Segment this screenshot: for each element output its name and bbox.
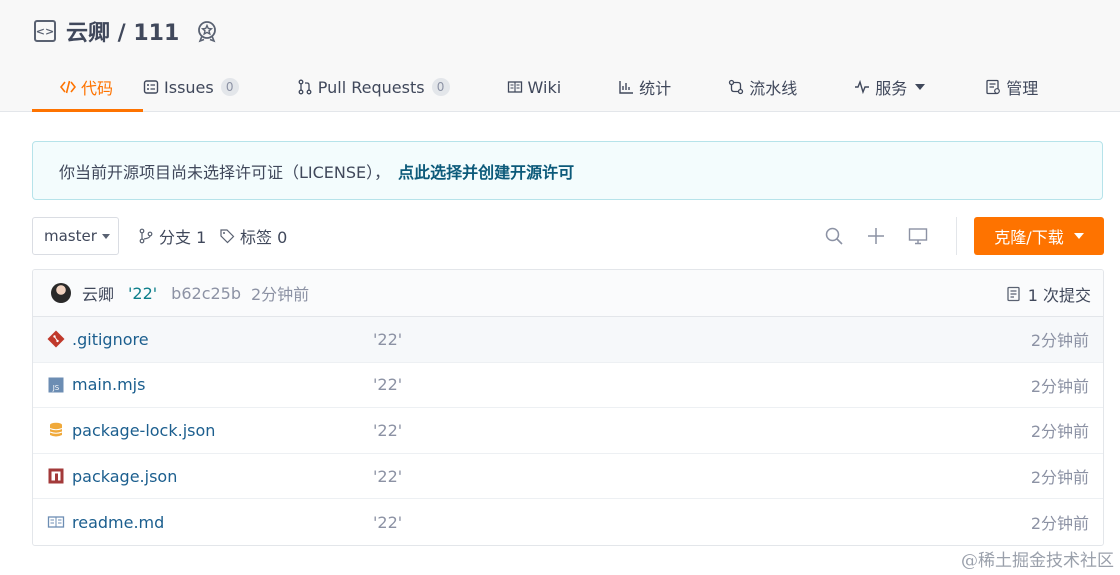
- award-badge-icon[interactable]: [195, 19, 219, 43]
- license-notice-text: 你当前开源项目尚未选择许可证（LICENSE），: [59, 162, 391, 182]
- issues-icon: [143, 79, 159, 95]
- manage-document-icon: [985, 79, 1001, 95]
- branch-icon: [138, 228, 154, 244]
- tab-label: 流水线: [749, 79, 798, 98]
- tab-services[interactable]: 服务: [854, 64, 926, 110]
- chevron-down-icon: [101, 233, 110, 239]
- repo-tabs: 代码 Issues 0 Pull Requests 0 Wiki 统计 流水线 …: [32, 64, 1038, 112]
- file-updated-time: 2分钟前: [1030, 514, 1089, 534]
- tab-code[interactable]: 代码: [32, 64, 144, 112]
- pipeline-icon: [728, 79, 744, 95]
- table-row[interactable]: readme.md '22' 2分钟前: [33, 499, 1103, 545]
- tab-manage[interactable]: 管理: [985, 64, 1038, 110]
- pull-requests-count-badge: 0: [431, 78, 450, 96]
- tag-icon: [219, 228, 235, 244]
- code-repo-icon: <>: [34, 20, 56, 42]
- file-updated-time: 2分钟前: [1030, 468, 1089, 488]
- chevron-down-icon: [1073, 233, 1084, 239]
- chevron-down-icon: [915, 84, 926, 90]
- file-commit-message[interactable]: '22': [373, 421, 402, 440]
- tab-label: 管理: [1006, 79, 1039, 98]
- file-updated-time: 2分钟前: [1030, 331, 1089, 351]
- table-row[interactable]: JS main.mjs '22' 2分钟前: [33, 363, 1103, 409]
- file-name-link[interactable]: package-lock.json: [72, 421, 215, 440]
- npm-icon: [48, 468, 64, 484]
- file-commit-message[interactable]: '22': [373, 467, 402, 486]
- file-commit-message[interactable]: '22': [373, 330, 402, 349]
- wiki-book-icon: [507, 79, 523, 95]
- search-icon[interactable]: [824, 226, 844, 246]
- tab-label: Pull Requests: [317, 77, 425, 97]
- branches-label: 分支 1: [159, 228, 207, 247]
- tab-label: 服务: [875, 79, 908, 98]
- commit-time: 2分钟前: [251, 285, 310, 304]
- table-row[interactable]: package-lock.json '22' 2分钟前: [33, 408, 1103, 454]
- license-notice: 你当前开源项目尚未选择许可证（LICENSE）， 点此选择并创建开源许可: [32, 141, 1103, 200]
- commits-count-label: 1 次提交: [1027, 285, 1091, 305]
- create-license-link[interactable]: 点此选择并创建开源许可: [398, 159, 574, 183]
- database-icon: [49, 423, 63, 437]
- pull-request-icon: [297, 79, 313, 95]
- pulse-icon: [854, 79, 870, 95]
- file-updated-time: 2分钟前: [1030, 422, 1089, 442]
- tags-label: 标签 0: [240, 228, 288, 247]
- file-table: 云卿 '22' b62c25b 2分钟前 1 次提交 .gitignore '2…: [32, 269, 1104, 546]
- table-row[interactable]: package.json '22' 2分钟前: [33, 454, 1103, 500]
- latest-commit-row: 云卿 '22' b62c25b 2分钟前 1 次提交: [33, 270, 1103, 317]
- repo-title[interactable]: 云卿 / 111: [66, 15, 179, 47]
- js-file-icon: JS: [48, 377, 64, 393]
- tab-label: Wiki: [527, 77, 562, 97]
- tab-issues[interactable]: Issues 0: [143, 64, 239, 110]
- file-commit-message[interactable]: '22': [373, 375, 402, 394]
- issues-count-badge: 0: [220, 78, 239, 96]
- file-name-link[interactable]: .gitignore: [72, 330, 149, 349]
- commits-count-link[interactable]: 1 次提交: [1006, 270, 1091, 317]
- tab-label: 代码: [81, 78, 114, 98]
- book-icon: [47, 516, 65, 528]
- table-row[interactable]: .gitignore '22' 2分钟前: [33, 317, 1103, 363]
- tab-statistics[interactable]: 统计: [618, 64, 671, 110]
- file-name-link[interactable]: readme.md: [72, 513, 164, 532]
- file-name-link[interactable]: package.json: [72, 467, 177, 486]
- file-name-link[interactable]: main.mjs: [72, 375, 145, 394]
- watermark: @稀土掘金技术社区: [961, 551, 1114, 571]
- tab-pull-requests[interactable]: Pull Requests 0: [297, 64, 450, 110]
- file-commit-message[interactable]: '22': [373, 513, 402, 532]
- add-icon[interactable]: [866, 226, 886, 246]
- avatar[interactable]: [51, 283, 71, 303]
- commit-hash[interactable]: b62c25b: [171, 284, 241, 303]
- clone-download-label: 克隆/下载: [994, 228, 1064, 247]
- toolbar-divider: [956, 217, 957, 255]
- web-ide-monitor-icon[interactable]: [908, 226, 928, 246]
- repo-header: <> 云卿 / 111 代码 Issues 0 Pull Requests 0 …: [0, 0, 1120, 112]
- branch-select[interactable]: master: [32, 217, 119, 255]
- tab-wiki[interactable]: Wiki: [507, 64, 562, 110]
- commit-author[interactable]: 云卿: [82, 281, 114, 305]
- tab-label: Issues: [164, 77, 214, 97]
- branches-link[interactable]: 分支 1: [138, 217, 206, 255]
- svg-text:JS: JS: [52, 384, 60, 392]
- file-updated-time: 2分钟前: [1030, 376, 1089, 396]
- git-icon: [47, 330, 65, 348]
- commit-history-icon: [1007, 286, 1020, 301]
- bar-chart-icon: [618, 79, 634, 95]
- commit-message[interactable]: '22': [128, 284, 157, 303]
- tab-label: 统计: [639, 79, 672, 98]
- tags-link[interactable]: 标签 0: [219, 217, 287, 255]
- repo-toolbar: master 分支 1 标签 0 克隆/下载: [32, 217, 1104, 255]
- clone-download-button[interactable]: 克隆/下载: [974, 217, 1104, 255]
- branch-select-value: master: [44, 227, 97, 245]
- code-icon: [60, 79, 76, 95]
- tab-pipeline[interactable]: 流水线: [728, 64, 797, 110]
- repo-title-bar: <> 云卿 / 111: [34, 16, 219, 46]
